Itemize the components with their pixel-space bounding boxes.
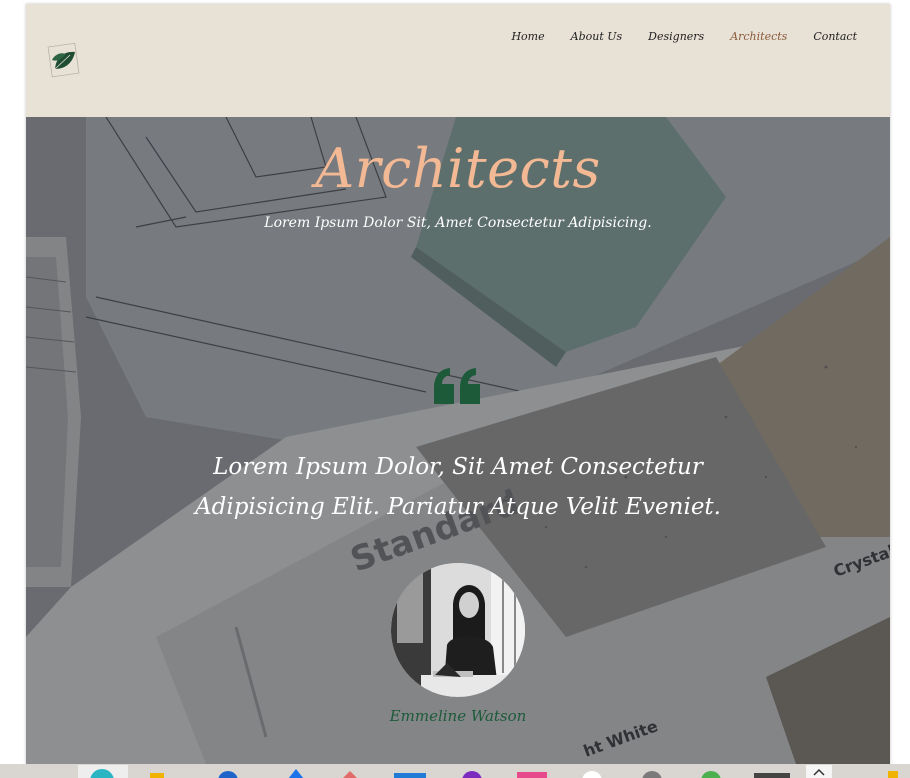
- main-nav: Home About Us Designers Architects Conta…: [485, 30, 857, 43]
- testimonial-quote: Lorem Ipsum Dolor, Sit Amet Consectetur …: [176, 447, 740, 527]
- page-subtitle: Lorem Ipsum Dolor Sit, Amet Consectetur …: [264, 215, 652, 231]
- site-header: Home About Us Designers Architects Conta…: [26, 4, 890, 117]
- leaf-logo-icon[interactable]: [46, 42, 82, 78]
- quote-icon: [434, 368, 480, 404]
- person-name: Emmeline Watson: [389, 707, 527, 725]
- quote-line-1: Lorem Ipsum Dolor, Sit Amet Consectetur: [213, 454, 703, 480]
- quote-line-2: Adipisicing Elit. Pariatur Atque Velit E…: [195, 494, 721, 520]
- nav-designers[interactable]: Designers: [648, 30, 704, 43]
- avatar: [391, 563, 525, 697]
- person-photo: [391, 563, 525, 697]
- nav-architects[interactable]: Architects: [730, 30, 787, 43]
- hero-section: Standard Crystal ht White Architects Lor…: [26, 117, 890, 764]
- page: Home About Us Designers Architects Conta…: [26, 4, 890, 764]
- taskbar-icons: [78, 765, 898, 778]
- nav-home[interactable]: Home: [511, 30, 544, 43]
- nav-contact[interactable]: Contact: [813, 30, 857, 43]
- page-title: Architects: [315, 137, 601, 200]
- nav-about-us[interactable]: About Us: [571, 30, 623, 43]
- os-taskbar: [0, 764, 910, 778]
